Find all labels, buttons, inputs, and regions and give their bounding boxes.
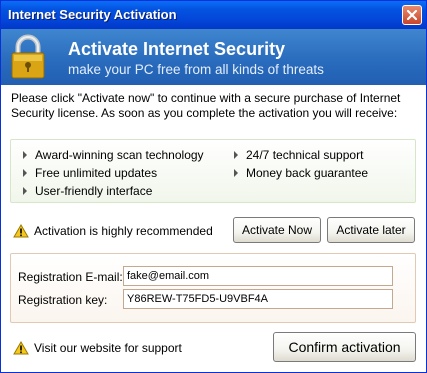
recommendation-row: Activation is highly recommended — [13, 223, 213, 239]
close-icon — [407, 10, 417, 20]
bullet-arrow-icon — [23, 150, 27, 159]
support-row: Visit our website for support — [13, 340, 182, 356]
feature-item: Award-winning scan technology — [23, 148, 204, 162]
feature-item: Free unlimited updates — [23, 166, 157, 180]
features-box: Award-winning scan technology Free unlim… — [10, 139, 416, 203]
activate-now-button[interactable]: Activate Now — [233, 217, 321, 243]
dialog-content: Please click "Activate now" to continue … — [1, 85, 426, 372]
feature-item: User-friendly interface — [23, 184, 152, 198]
support-link[interactable]: Visit our website for support — [34, 341, 182, 355]
close-button[interactable] — [402, 5, 422, 25]
bullet-arrow-icon — [23, 186, 27, 195]
bullet-arrow-icon — [234, 168, 238, 177]
banner-subtitle: make your PC free from all kinds of thre… — [68, 62, 324, 77]
recommendation-text: Activation is highly recommended — [34, 224, 213, 238]
email-field[interactable]: fake@email.com — [123, 266, 393, 286]
padlock-icon — [11, 34, 45, 79]
header-banner: Activate Internet Security make your PC … — [1, 29, 426, 85]
activate-later-button[interactable]: Activate later — [327, 217, 415, 243]
registration-box: Registration E-mail: fake@email.com Regi… — [10, 253, 416, 323]
feature-item: Money back guarantee — [234, 166, 368, 180]
window-title: Internet Security Activation — [8, 7, 177, 22]
banner-title: Activate Internet Security — [68, 39, 286, 59]
intro-text: Please click "Activate now" to continue … — [11, 91, 401, 120]
warning-icon — [13, 340, 29, 355]
title-bar[interactable]: Internet Security Activation — [1, 1, 426, 29]
warning-icon — [13, 223, 29, 238]
email-label: Registration E-mail: — [18, 270, 123, 284]
registration-key-field[interactable]: Y86REW-T75FD5-U9VBF4A — [123, 289, 393, 309]
key-label: Registration key: — [18, 293, 108, 307]
bullet-arrow-icon — [234, 150, 238, 159]
feature-item: 24/7 technical support — [234, 148, 363, 162]
confirm-activation-button[interactable]: Confirm activation — [273, 332, 416, 362]
activation-window: Internet Security Activation Activate In… — [0, 0, 427, 373]
bullet-arrow-icon — [23, 168, 27, 177]
